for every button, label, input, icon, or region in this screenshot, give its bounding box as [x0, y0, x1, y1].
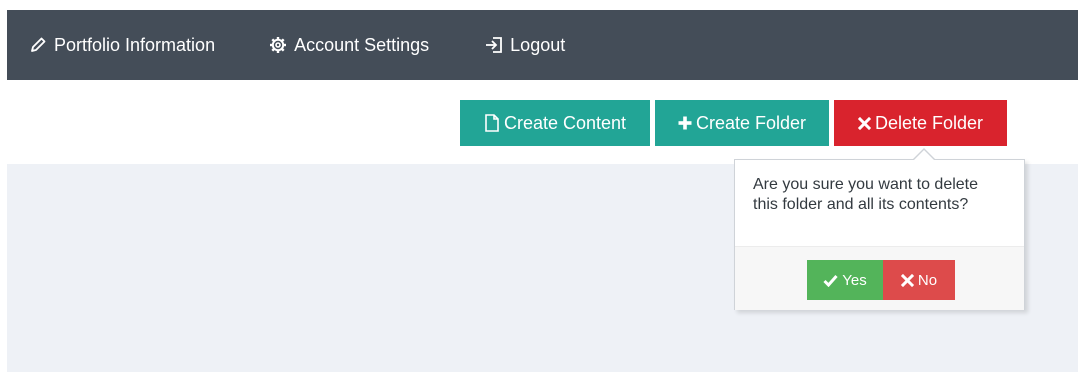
create-content-label: Create Content	[503, 112, 627, 133]
nav-logout[interactable]: Logout	[481, 10, 567, 80]
plus-icon	[678, 116, 692, 130]
check-icon	[823, 274, 838, 287]
confirm-no-button[interactable]: No	[883, 260, 955, 300]
nav-portfolio-label: Portfolio Information	[54, 34, 216, 55]
nav-portfolio-information[interactable]: Portfolio Information	[25, 10, 217, 80]
create-folder-button[interactable]: Create Folder	[655, 100, 829, 146]
popover-message: Are you sure you want to delete this fol…	[753, 176, 979, 213]
nav-account-label: Account Settings	[294, 34, 430, 55]
create-folder-label: Create Folder	[695, 112, 807, 133]
create-content-button[interactable]: Create Content	[460, 100, 650, 146]
nav-logout-label: Logout	[510, 34, 566, 55]
confirm-yes-button[interactable]: Yes	[807, 260, 883, 300]
delete-confirm-popover: Are you sure you want to delete this fol…	[734, 159, 1025, 310]
delete-folder-button[interactable]: Delete Folder	[834, 100, 1007, 146]
confirm-no-label: No	[917, 271, 938, 289]
delete-folder-label: Delete Folder	[874, 112, 984, 133]
close-icon	[900, 273, 914, 287]
logout-icon	[483, 34, 505, 56]
top-navbar: Portfolio Information Account Settings L…	[7, 10, 1078, 80]
close-icon	[857, 116, 871, 130]
popover-arrow-fill	[913, 150, 935, 161]
popover-footer: Yes No	[735, 246, 1024, 310]
app-frame: Portfolio Information Account Settings L…	[0, 0, 1078, 372]
file-icon	[484, 114, 500, 132]
gear-icon	[267, 34, 289, 56]
pencil-icon	[27, 34, 49, 56]
nav-account-settings[interactable]: Account Settings	[265, 10, 431, 80]
confirm-yes-label: Yes	[842, 271, 867, 289]
